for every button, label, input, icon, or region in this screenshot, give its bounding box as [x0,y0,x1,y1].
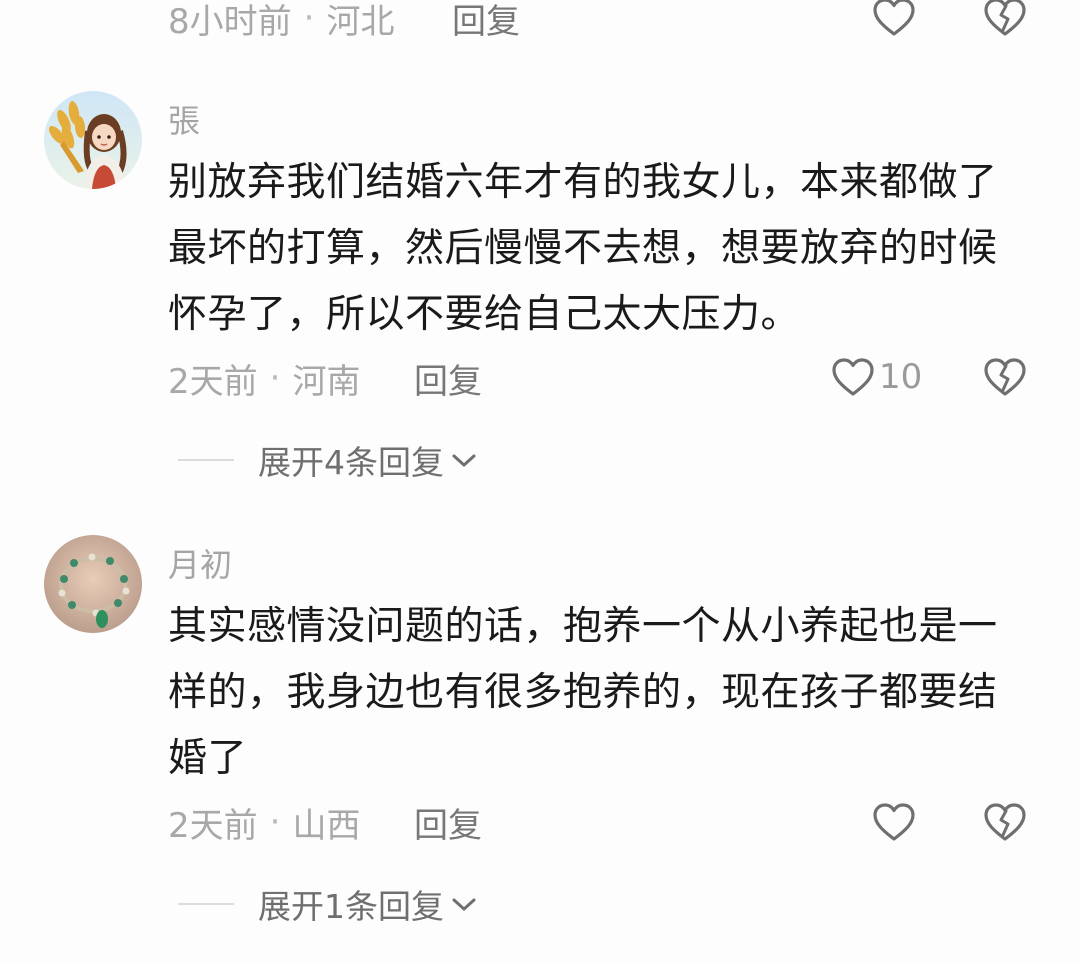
comment-text-line: 最坏的打算，然后慢慢不去想，想要放弃的时候 [168,226,998,271]
username[interactable]: 月初 [168,540,232,586]
comment-list: 8小时前 · 河北 回复 張 别放弃我们结婚六年才有的我女儿，本来都做了 最坏的… [0,0,1080,965]
comment-time: 2天前 [168,805,258,846]
dislike-button[interactable] [983,802,1027,846]
comment-meta-row: 2天前 · 山西 回复 [168,798,1048,847]
divider [178,903,234,905]
comment-text-line: 别放弃我们结婚六年才有的我女儿，本来都做了 [168,160,998,205]
comment-location: 山西 [292,805,361,846]
like-button[interactable] [872,802,916,842]
avatar[interactable] [44,91,142,189]
heart-outline-icon [873,0,915,36]
dislike-button[interactable] [983,0,1027,41]
dislike-button[interactable] [983,357,1027,401]
expand-replies-label: 展开4条回复 [258,443,444,482]
comment-location: 河北 [326,1,395,42]
expand-replies-button[interactable]: 展开4条回复 [178,438,478,482]
heart-outline-icon [873,803,915,841]
reply-button[interactable]: 回复 [414,354,482,403]
like-button[interactable] [872,0,916,37]
comment-meta-row: 8小时前 · 河北 回复 [168,0,1048,43]
chevron-down-icon [452,898,476,911]
comment-text: 别放弃我们结婚六年才有的我女儿，本来都做了 最坏的打算，然后慢慢不去想，想要放弃… [168,150,1038,348]
username[interactable]: 張 [168,96,200,142]
broken-heart-icon [984,358,1026,396]
avatar-wheat-girl [44,91,142,189]
like-count: 10 [879,357,923,397]
meta-separator: · [269,802,281,842]
broken-heart-icon [984,803,1026,841]
expand-replies-button[interactable]: 展开1条回复 [178,882,478,926]
comment-text-line: 其实感情没问题的话，抱养一个从小养起也是一 [168,604,998,649]
comment-text-line: 样的，我身边也有很多抱养的，现在孩子都要结 [168,670,998,715]
expand-replies-label: 展开1条回复 [258,887,444,926]
reply-button[interactable]: 回复 [414,798,482,847]
comment-time: 2天前 [168,361,258,402]
comment-time: 8小时前 [168,1,292,42]
divider [178,459,234,461]
avatar-bracelet [44,535,142,633]
like-button[interactable]: 10 [831,357,922,397]
comment-text: 其实感情没问题的话，抱养一个从小养起也是一 样的，我身边也有很多抱养的，现在孩子… [168,594,1038,792]
comment-location: 河南 [292,361,361,402]
heart-outline-icon [832,358,874,396]
meta-separator: · [269,358,281,398]
comment-text-line: 婚了 [168,736,248,781]
reply-button[interactable]: 回复 [452,0,520,43]
avatar[interactable] [44,535,142,633]
comment-text-line: 怀孕了，所以不要给自己太大压力。 [168,292,801,337]
chevron-down-icon [452,454,476,467]
broken-heart-icon [984,0,1026,36]
meta-separator: · [303,0,315,38]
